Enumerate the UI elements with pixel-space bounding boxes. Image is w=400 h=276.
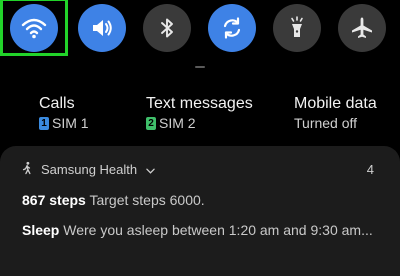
sound-toggle[interactable] — [78, 4, 126, 52]
rotate-icon — [219, 15, 245, 41]
notification-line-sleep: Sleep Were you asleep between 1:20 am an… — [22, 222, 373, 238]
mobile-data-label: Mobile data — [294, 95, 377, 112]
text-messages-sim-value: SIM 2 — [159, 115, 196, 131]
auto-rotate-toggle[interactable] — [208, 4, 256, 52]
notification-header: Samsung Health — [22, 161, 155, 178]
sleep-question: Were you asleep between 1:20 am and 9:30… — [63, 222, 373, 238]
mobile-data-setting[interactable]: Mobile data Turned off — [294, 94, 377, 131]
sim-2-badge: 2 — [146, 116, 156, 130]
chevron-down-icon[interactable] — [146, 162, 155, 177]
airplane-icon — [349, 15, 375, 41]
wifi-toggle[interactable] — [10, 4, 58, 52]
flashlight-toggle[interactable] — [273, 4, 321, 52]
text-messages-label: Text messages — [146, 95, 253, 112]
sim-1-badge: 1 — [39, 116, 49, 130]
steps-target: Target steps 6000. — [89, 192, 205, 208]
bluetooth-toggle[interactable] — [143, 4, 191, 52]
walking-person-icon — [22, 161, 33, 178]
panel-drag-handle[interactable] — [195, 66, 205, 68]
calls-label: Calls — [39, 95, 75, 112]
volume-icon — [89, 15, 115, 41]
text-messages-sim-setting[interactable]: Text messages 2 SIM 2 — [146, 94, 253, 131]
wifi-icon — [21, 15, 47, 41]
notification-count: 4 — [366, 162, 374, 177]
flashlight-icon — [284, 15, 310, 41]
mobile-data-status: Turned off — [294, 115, 358, 131]
airplane-mode-toggle[interactable] — [338, 4, 386, 52]
sleep-title: Sleep — [22, 222, 60, 238]
notification-line-steps: 867 steps Target steps 6000. — [22, 192, 205, 208]
calls-sim-value: SIM 1 — [52, 115, 89, 131]
steps-count: 867 steps — [22, 192, 86, 208]
calls-sim-setting[interactable]: Calls 1 SIM 1 — [39, 94, 89, 131]
notification-app-name: Samsung Health — [41, 162, 138, 177]
bluetooth-icon — [154, 15, 180, 41]
